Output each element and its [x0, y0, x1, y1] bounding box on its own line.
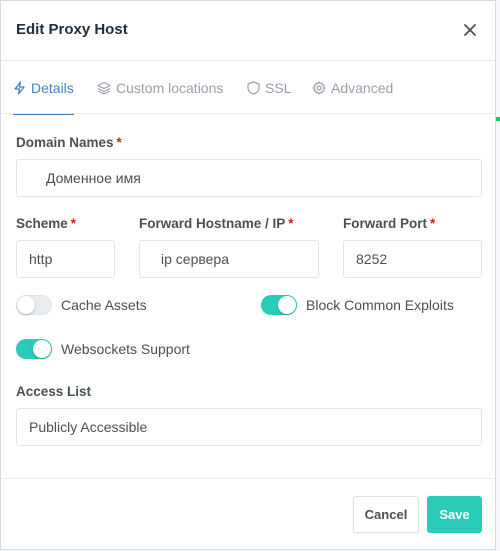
block-exploits-switch[interactable]: [261, 295, 297, 315]
close-button[interactable]: [459, 19, 481, 41]
required-mark: *: [70, 216, 77, 231]
shield-icon: [247, 80, 260, 95]
gear-icon: [312, 80, 326, 95]
forward-port-value: 8252: [356, 251, 388, 267]
tab-details[interactable]: Details: [13, 61, 74, 115]
save-button[interactable]: Save: [427, 496, 482, 533]
forward-port-label: Forward Port *: [343, 216, 436, 231]
access-list-select[interactable]: Publicly Accessible: [16, 408, 482, 446]
edit-proxy-host-modal: Edit Proxy Host Details Custom locations: [0, 0, 496, 550]
tab-custom-locations-label: Custom locations: [116, 79, 224, 96]
domain-names-value: Доменное имя: [46, 170, 141, 186]
scheme-label: Scheme *: [16, 216, 77, 231]
modal-tabs: Details Custom locations SSL Advanced: [1, 61, 495, 115]
modal-title: Edit Proxy Host: [16, 21, 128, 38]
cache-assets-switch[interactable]: [16, 295, 52, 315]
tab-advanced-label: Advanced: [331, 79, 394, 96]
domain-names-input[interactable]: Доменное имя: [16, 159, 482, 197]
cache-assets-toggle[interactable]: Cache Assets: [16, 295, 147, 315]
scheme-input[interactable]: http: [16, 240, 115, 278]
modal-header: Edit Proxy Host: [1, 1, 495, 61]
block-exploits-label: Block Common Exploits: [306, 297, 454, 313]
websockets-toggle[interactable]: Websockets Support: [16, 339, 190, 359]
cache-assets-label: Cache Assets: [61, 297, 147, 313]
forward-port-input[interactable]: 8252: [343, 240, 482, 278]
forward-hostname-input[interactable]: ip сервера: [139, 240, 319, 278]
tab-ssl[interactable]: SSL: [247, 61, 291, 114]
websockets-label: Websockets Support: [61, 341, 190, 357]
domain-names-label: Domain Names *: [16, 135, 122, 150]
tab-details-label: Details: [31, 79, 74, 96]
window-edge-indicator: [496, 117, 500, 121]
cancel-button[interactable]: Cancel: [353, 496, 419, 533]
scheme-value: http: [29, 251, 53, 267]
block-exploits-toggle[interactable]: Block Common Exploits: [261, 295, 454, 315]
websockets-switch[interactable]: [16, 339, 52, 359]
access-list-value: Publicly Accessible: [29, 419, 148, 435]
required-mark: *: [116, 135, 122, 150]
close-icon: [464, 24, 476, 36]
tab-ssl-label: SSL: [265, 79, 292, 96]
required-mark: *: [430, 216, 436, 231]
bolt-icon: [14, 80, 25, 95]
modal-footer: Cancel Save: [1, 478, 495, 551]
layers-icon: [97, 81, 111, 95]
tab-advanced[interactable]: Advanced: [312, 61, 393, 114]
tab-custom-locations[interactable]: Custom locations: [97, 61, 223, 114]
forward-hostname-label: Forward Hostname / IP *: [139, 216, 294, 231]
required-mark: *: [288, 216, 294, 231]
forward-hostname-value: ip сервера: [161, 251, 229, 267]
access-list-label: Access List: [16, 384, 92, 399]
